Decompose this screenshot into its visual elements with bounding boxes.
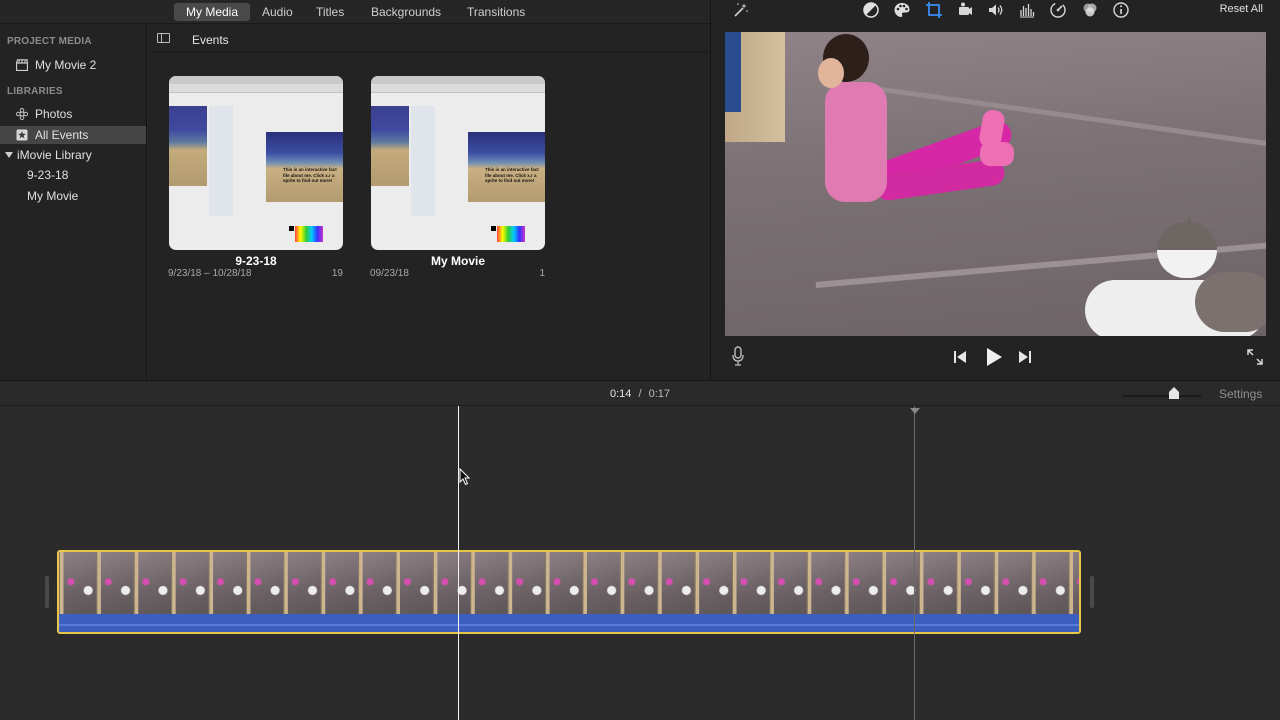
- viewer-panel: Reset All: [710, 0, 1280, 380]
- event-name: 9-23-18: [235, 254, 277, 268]
- total-duration: 0:17: [648, 388, 671, 400]
- clip-audio-waveform: [59, 614, 1079, 632]
- clapperboard-icon: [16, 59, 28, 71]
- mouse-cursor-icon: [459, 468, 471, 486]
- skimmer-marker: [910, 408, 920, 414]
- sidebar-toggle-icon[interactable]: [157, 33, 170, 43]
- info-icon[interactable]: [1112, 1, 1130, 19]
- sidebar-item-photos[interactable]: Photos: [0, 105, 146, 123]
- libraries-heading: LIBRARIES: [7, 86, 63, 97]
- sidebar-item-project[interactable]: My Movie 2: [0, 56, 146, 74]
- current-time: 0:14: [610, 388, 632, 400]
- star-icon: [16, 129, 28, 141]
- libraries-sidebar: PROJECT MEDIA My Movie 2 LIBRARIES Photo…: [0, 24, 147, 380]
- magic-wand-icon[interactable]: [732, 1, 750, 19]
- sidebar-item-label: My Movie: [27, 189, 79, 203]
- zoom-slider-knob[interactable]: [1168, 387, 1179, 399]
- imovie-window: My Media Audio Titles Backgrounds Transi…: [0, 0, 1280, 720]
- event-thumbnail[interactable]: This is an interactive fact file about m…: [371, 76, 545, 250]
- clip-start-handle[interactable]: [45, 576, 49, 608]
- tab-audio[interactable]: Audio: [250, 3, 305, 21]
- thumbnail-caption: This is an interactive fact file about m…: [485, 167, 539, 183]
- clip-filter-icon[interactable]: [1081, 1, 1099, 19]
- tab-backgrounds[interactable]: Backgrounds: [359, 3, 453, 21]
- playhead[interactable]: [458, 406, 459, 720]
- event-dates: 09/23/18: [370, 268, 409, 279]
- media-tab-bar: My Media Audio Titles Backgrounds Transi…: [0, 0, 710, 24]
- color-correction-icon[interactable]: [893, 1, 911, 19]
- timeline[interactable]: [0, 406, 1280, 720]
- clip-end-handle[interactable]: [1090, 576, 1094, 608]
- photos-icon: [16, 108, 28, 120]
- sidebar-item-all-events[interactable]: All Events: [0, 126, 146, 144]
- fullscreen-icon[interactable]: [1247, 349, 1263, 365]
- sidebar-item-event-my-movie[interactable]: My Movie: [0, 187, 146, 205]
- time-readout: 0:14 / 0:17: [610, 388, 670, 400]
- tab-titles[interactable]: Titles: [304, 3, 356, 21]
- browser-header: Events: [148, 24, 710, 52]
- equalizer-icon[interactable]: [1018, 1, 1036, 19]
- sidebar-item-event-9-23-18[interactable]: 9-23-18: [0, 166, 146, 184]
- disclosure-triangle-icon[interactable]: [5, 151, 13, 159]
- event-clip-count: 19: [331, 268, 343, 279]
- settings-button[interactable]: Settings: [1219, 387, 1262, 401]
- stabilization-icon[interactable]: [956, 1, 974, 19]
- skimmer-line: [914, 406, 915, 720]
- microphone-icon[interactable]: [731, 346, 745, 366]
- tab-my-media[interactable]: My Media: [174, 3, 251, 21]
- thumbnail-caption: This is an interactive fact file about m…: [283, 167, 337, 183]
- speed-icon[interactable]: [1049, 1, 1067, 19]
- event-clip-count: 1: [539, 268, 545, 279]
- skip-back-icon[interactable]: [953, 350, 967, 364]
- volume-icon[interactable]: [987, 1, 1005, 19]
- event-name: My Movie: [430, 254, 485, 268]
- sidebar-item-imovie-library[interactable]: iMovie Library: [0, 146, 146, 164]
- time-separator: /: [638, 388, 642, 400]
- event-browser: Events This is an interactive fact file …: [148, 24, 710, 380]
- sidebar-item-label: My Movie 2: [35, 58, 97, 72]
- event-dates: 9/23/18 – 10/28/18: [168, 268, 252, 279]
- video-clip[interactable]: [57, 550, 1081, 634]
- project-media-heading: PROJECT MEDIA: [7, 36, 92, 47]
- timeline-header: 0:14 / 0:17 Settings: [0, 380, 1280, 406]
- color-balance-icon[interactable]: [862, 1, 880, 19]
- sidebar-item-label: All Events: [35, 128, 89, 142]
- sidebar-item-label: 9-23-18: [27, 168, 69, 182]
- browser-title: Events: [192, 33, 229, 47]
- sidebar-item-label: iMovie Library: [17, 148, 92, 162]
- crop-icon[interactable]: [925, 1, 943, 19]
- zoom-slider-track[interactable]: [1123, 395, 1201, 397]
- play-icon[interactable]: [985, 347, 1003, 367]
- video-preview[interactable]: [725, 32, 1266, 336]
- sidebar-item-label: Photos: [35, 107, 73, 121]
- skip-forward-icon[interactable]: [1018, 350, 1032, 364]
- event-thumbnail[interactable]: This is an interactive fact file about m…: [169, 76, 343, 250]
- tab-transitions[interactable]: Transitions: [455, 3, 537, 21]
- reset-all-button[interactable]: Reset All: [1220, 3, 1263, 15]
- clip-filmstrip: [59, 552, 1079, 614]
